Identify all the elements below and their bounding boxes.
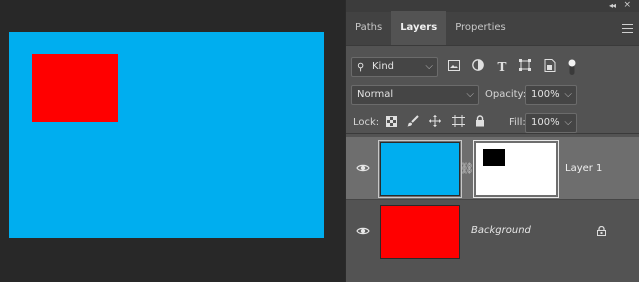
- chevron-down-icon[interactable]: ⌵: [564, 86, 572, 104]
- visibility-eye-icon[interactable]: [356, 224, 370, 238]
- layer-row-background[interactable]: Background: [346, 199, 639, 261]
- layers-panel-group: ◂◂ × Paths Layers Properties ⚲ Kind ⌵ T: [345, 0, 639, 282]
- lock-position-icon[interactable]: [427, 115, 443, 131]
- layer-row-layer-1[interactable]: ⛓ Layer 1: [346, 137, 639, 199]
- document-canvas[interactable]: [9, 32, 324, 238]
- fill-input[interactable]: 100% ⌵: [525, 113, 577, 133]
- lock-transparent-pixels-icon[interactable]: [383, 115, 399, 131]
- blend-row: Normal ⌵ Opacity: 100% ⌵: [346, 84, 639, 106]
- opacity-label: Opacity:: [485, 89, 527, 100]
- panel-menu-icon[interactable]: [622, 24, 633, 33]
- smart-object-filter-icon[interactable]: [542, 59, 558, 75]
- canvas-area[interactable]: [0, 0, 345, 282]
- search-icon: ⚲: [357, 62, 365, 73]
- fill-value: 100%: [531, 117, 560, 128]
- blend-mode-select[interactable]: Normal ⌵: [351, 85, 479, 105]
- tab-properties[interactable]: Properties: [446, 11, 515, 45]
- layer-filter-row: ⚲ Kind ⌵ T: [346, 56, 639, 80]
- chevron-down-icon[interactable]: ⌵: [564, 114, 572, 132]
- adjustment-filter-icon[interactable]: [470, 59, 486, 75]
- mask-link-icon[interactable]: ⛓: [460, 162, 474, 175]
- mask-black-region: [483, 149, 505, 166]
- opacity-value: 100%: [531, 89, 560, 100]
- layer-mask-thumbnail[interactable]: [476, 143, 556, 195]
- filter-toggle-icon[interactable]: [564, 59, 580, 75]
- lock-image-pixels-icon[interactable]: [405, 115, 421, 131]
- layer-thumbnail[interactable]: [380, 142, 460, 196]
- collapse-panels-icon[interactable]: ◂◂: [609, 1, 616, 10]
- chevron-down-icon: ⌵: [425, 61, 433, 72]
- lock-all-icon[interactable]: [472, 115, 488, 131]
- filter-kind-select[interactable]: ⚲ Kind ⌵: [351, 57, 438, 77]
- filter-kind-label: Kind: [372, 61, 395, 72]
- opacity-input[interactable]: 100% ⌵: [525, 85, 577, 105]
- visibility-eye-icon[interactable]: [356, 161, 370, 175]
- fill-label: Fill:: [509, 117, 526, 128]
- tab-paths[interactable]: Paths: [346, 11, 391, 45]
- type-filter-icon[interactable]: T: [494, 59, 510, 75]
- blend-mode-value: Normal: [357, 89, 394, 100]
- shape-filter-icon[interactable]: [517, 59, 533, 75]
- layer-name[interactable]: Layer 1: [565, 162, 602, 176]
- lock-artboard-icon[interactable]: [450, 115, 466, 131]
- image-filter-icon[interactable]: [446, 59, 462, 75]
- chevron-down-icon: ⌵: [466, 89, 474, 100]
- layer-lock-icon: [597, 225, 606, 239]
- layer-name[interactable]: Background: [471, 224, 531, 238]
- layer-thumbnail[interactable]: [380, 205, 460, 259]
- tab-layers[interactable]: Layers: [391, 11, 447, 45]
- red-rectangle-shape[interactable]: [32, 54, 118, 122]
- lock-label: Lock:: [353, 117, 380, 128]
- panel-tabs: Paths Layers Properties: [346, 11, 639, 46]
- lock-row: Lock: Fill: 100% ⌵: [346, 112, 639, 134]
- close-panel-icon[interactable]: ×: [623, 0, 631, 10]
